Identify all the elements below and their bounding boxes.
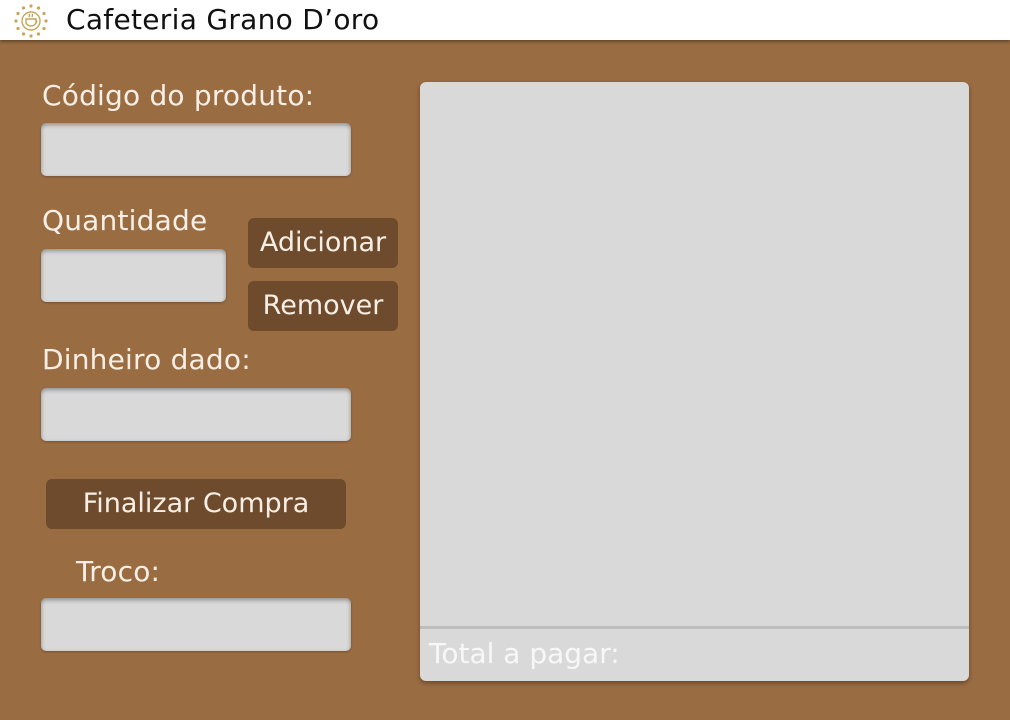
cart-item-list[interactable] bbox=[420, 82, 969, 626]
change-label: Troco: bbox=[76, 555, 161, 588]
cash-given-label: Dinheiro dado: bbox=[42, 343, 251, 376]
cart-panel: Total a pagar: bbox=[420, 82, 969, 681]
product-code-input[interactable] bbox=[41, 123, 351, 176]
title-bar: Cafeteria Grano D’oro bbox=[0, 0, 1010, 40]
add-button[interactable]: Adicionar bbox=[248, 218, 398, 268]
quantity-label: Quantidade bbox=[42, 204, 208, 237]
total-label: Total a pagar: bbox=[429, 637, 620, 670]
finish-purchase-button[interactable]: Finalizar Compra bbox=[46, 479, 346, 529]
change-output bbox=[41, 598, 351, 651]
quantity-input[interactable] bbox=[41, 249, 226, 302]
product-code-label: Código do produto: bbox=[42, 79, 315, 112]
sun-coffee-cup-icon bbox=[14, 4, 48, 38]
app-title: Cafeteria Grano D’oro bbox=[66, 3, 380, 36]
total-bar: Total a pagar: bbox=[420, 626, 969, 681]
cash-given-input[interactable] bbox=[41, 388, 351, 441]
remove-button[interactable]: Remover bbox=[248, 281, 398, 331]
